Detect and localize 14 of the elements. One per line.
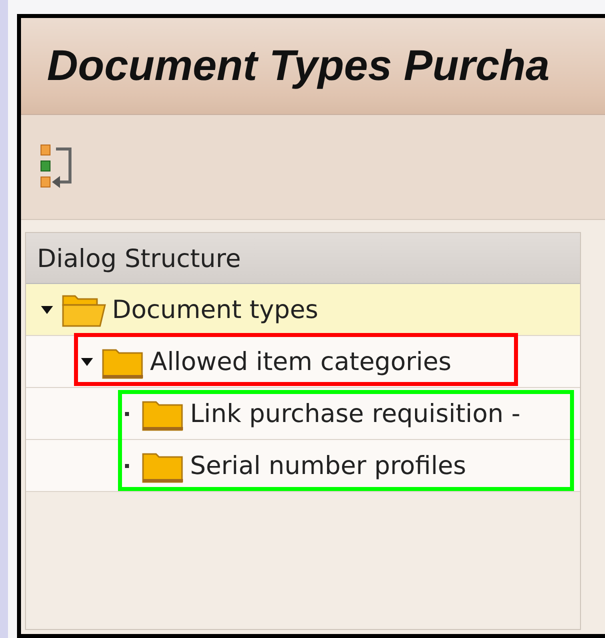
tree-node[interactable]: Link purchase requisition - <box>26 388 580 440</box>
bullet-icon <box>125 412 129 416</box>
window-title: Document Types Purcha <box>47 42 550 90</box>
node-label: Allowed item categories <box>150 347 452 376</box>
panel-header: Dialog Structure <box>26 233 580 284</box>
bullet-icon <box>125 464 129 468</box>
node-label: Serial number profiles <box>190 451 466 480</box>
node-label: Document types <box>112 295 318 324</box>
tree-node[interactable]: Document types <box>26 284 580 336</box>
tree-node[interactable]: Serial number profiles <box>26 440 580 492</box>
expanded-triangle-icon[interactable] <box>41 304 53 314</box>
tree-node[interactable]: Allowed item categories <box>26 336 580 388</box>
expanded-triangle-icon[interactable] <box>81 356 93 366</box>
node-label: Link purchase requisition - <box>190 399 520 428</box>
